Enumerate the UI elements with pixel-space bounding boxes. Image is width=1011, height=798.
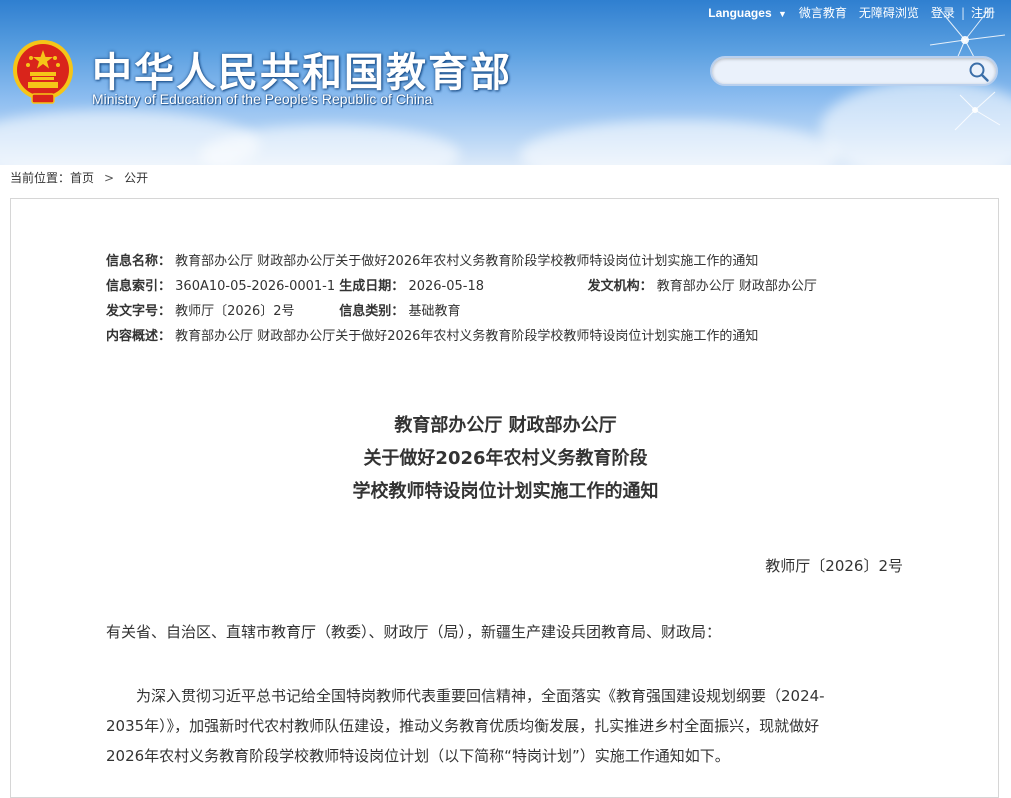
meta-row-summary: 内容概述： 教育部办公厅 财政部办公厅关于做好2026年农村义务教育阶段学校教师… <box>106 324 817 349</box>
accessibility-link[interactable]: 无障碍浏览 <box>853 4 925 21</box>
breadcrumb-home-link[interactable]: 首页 <box>70 169 94 186</box>
content-panel: 信息名称： 教育部办公厅 财政部办公厅关于做好2026年农村义务教育阶段学校教师… <box>10 198 999 798</box>
cloud-decoration <box>520 120 840 165</box>
meta-label: 生成日期： <box>339 279 405 294</box>
site-title-cn: 中华人民共和国教育部 <box>92 50 512 96</box>
search-box <box>710 56 998 86</box>
site-header: 中华人民共和国教育部 Ministry of Education of the … <box>0 0 1011 165</box>
document-title-line: 关于做好2026年农村义务教育阶段 <box>363 448 648 469</box>
search-input[interactable] <box>724 58 968 86</box>
body-paragraph-line: 2035年）》，加强新时代农村教师队伍建设，推动义务教育优质均衡发展，扎实推进乡… <box>106 717 820 735</box>
chevron-right-icon: > <box>104 170 115 185</box>
breadcrumb: 当前位置： 首页 > 公开 <box>10 169 148 186</box>
meta-label: 内容概述： <box>106 329 172 344</box>
meta-label: 发文字号： <box>106 304 172 319</box>
meta-label: 信息索引： <box>106 279 172 294</box>
breadcrumb-prefix: 当前位置： <box>10 171 71 185</box>
meta-value: 基础教育 <box>408 304 461 319</box>
breadcrumb-section-link[interactable]: 公开 <box>124 169 148 186</box>
document-title-line: 教育部办公厅 财政部办公厅 <box>394 415 617 436</box>
meta-label: 信息名称： <box>106 254 172 269</box>
document-number: 教师厅〔2026〕2号 <box>765 557 903 575</box>
search-icon[interactable] <box>968 61 990 83</box>
meta-value: 教育部办公厅 财政部办公厅 <box>656 279 817 294</box>
login-link[interactable]: 登录 <box>925 4 961 21</box>
register-link[interactable]: 注册 <box>965 4 1001 21</box>
national-emblem-icon <box>13 40 73 104</box>
meta-row-name: 信息名称： 教育部办公厅 财政部办公厅关于做好2026年农村义务教育阶段学校教师… <box>106 249 817 274</box>
meta-row-docno: 发文字号： 教师厅〔2026〕2号 信息类别： 基础教育 <box>106 299 817 324</box>
info-meta-table: 信息名称： 教育部办公厅 财政部办公厅关于做好2026年农村义务教育阶段学校教师… <box>106 249 817 349</box>
site-title-en: Ministry of Education of the People's Re… <box>92 91 433 107</box>
meta-label: 发文机构： <box>587 279 653 294</box>
body-paragraph-line: 为深入贯彻习近平总书记给全国特岗教师代表重要回信精神，全面落实《教育强国建设规划… <box>136 687 825 705</box>
meta-row-index: 信息索引： 360A10-05-2026-0001-1 生成日期： 2026-0… <box>106 274 817 299</box>
document-title-line: 学校教师特设岗位计划实施工作的通知 <box>352 481 659 502</box>
wechat-link[interactable]: 微言教育 <box>793 4 853 21</box>
meta-value: 教育部办公厅 财政部办公厅关于做好2026年农村义务教育阶段学校教师特设岗位计划… <box>175 254 759 269</box>
meta-label: 信息类别： <box>339 304 405 319</box>
languages-menu[interactable]: Languages ▼ <box>702 6 793 20</box>
body-paragraph-line: 2026年农村义务教育阶段学校教师特设岗位计划（以下简称“特岗计划”）实施工作通… <box>106 747 730 765</box>
languages-label: Languages <box>708 5 772 20</box>
nav-divider: | <box>960 5 965 20</box>
meta-value: 2026-05-18 <box>408 279 485 294</box>
caret-down-icon: ▼ <box>777 8 787 19</box>
top-nav: Languages ▼ 微言教育 无障碍浏览 登录 | 注册 <box>702 4 1001 21</box>
meta-value: 教师厅〔2026〕2号 <box>175 304 295 319</box>
meta-value: 教育部办公厅 财政部办公厅关于做好2026年农村义务教育阶段学校教师特设岗位计划… <box>175 329 759 344</box>
salutation: 有关省、自治区、直辖市教育厅（教委）、财政厅（局），新疆生产建设兵团教育局、财政… <box>106 623 722 641</box>
meta-value: 360A10-05-2026-0001-1 <box>175 279 336 294</box>
